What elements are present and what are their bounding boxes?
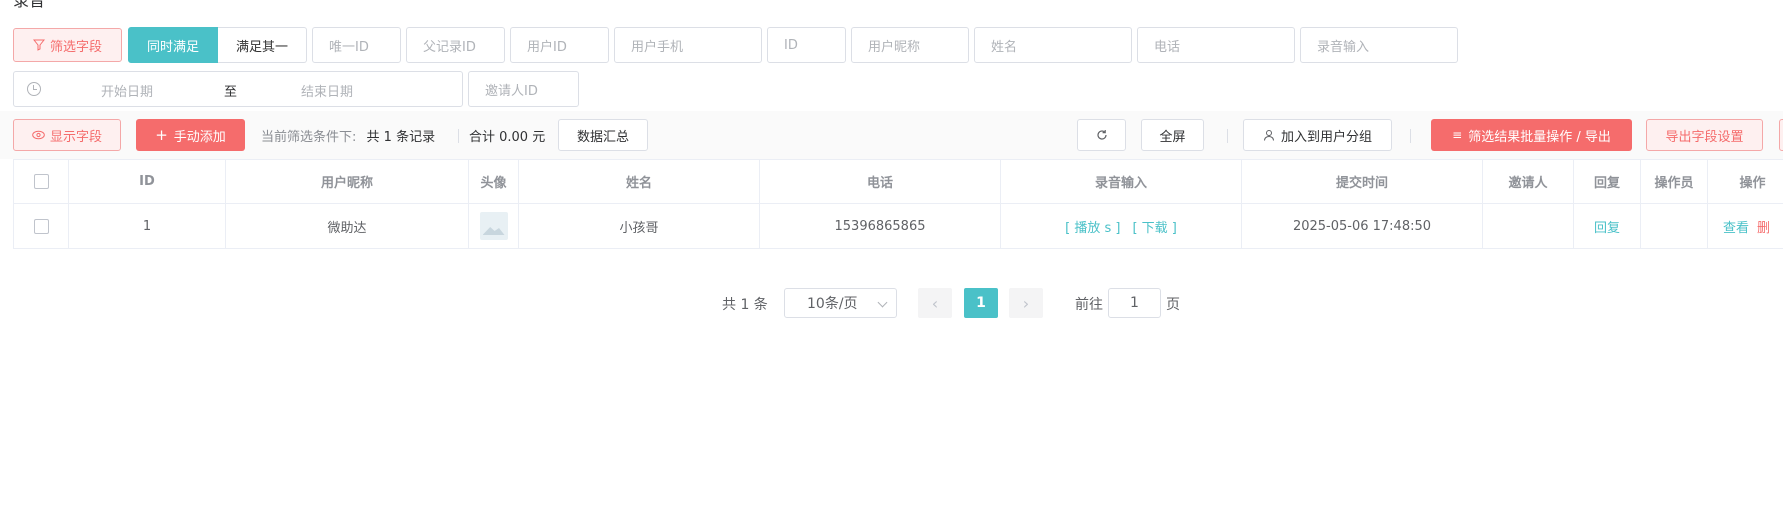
date-separator: 至 <box>224 85 238 100</box>
page-suffix-label: 页 <box>1166 297 1180 313</box>
play-link[interactable]: [ 播放 s ] <box>1065 217 1120 236</box>
header-name[interactable]: 姓名 <box>519 160 760 203</box>
filter-row-1: 筛选字段 同时满足 满足其一 唯一ID 父记录ID 用户ID 用户手机 ID 用… <box>13 27 1458 63</box>
date-range-picker[interactable]: 开始日期 至 结束日期 <box>13 71 463 107</box>
cell-id: 1 <box>69 204 226 248</box>
chevron-left-icon: ‹ <box>931 293 939 313</box>
divider <box>458 129 459 143</box>
row-select-cell <box>13 204 69 248</box>
manual-add-label: 手动添加 <box>173 129 226 145</box>
cell-phone: 15396865865 <box>760 204 1001 248</box>
user-id-input[interactable]: 用户ID <box>510 27 609 63</box>
download-link[interactable]: [ 下载 ] <box>1132 217 1176 236</box>
divider <box>1410 129 1411 143</box>
filter-icon <box>32 39 45 51</box>
header-nickname[interactable]: 用户昵称 <box>226 160 469 203</box>
select-all-checkbox[interactable] <box>33 174 49 189</box>
inviter-id-input[interactable]: 邀请人ID <box>468 71 579 107</box>
cell-inviter <box>1483 204 1574 248</box>
show-fields-label: 显示字段 <box>49 129 102 145</box>
export-settings-button[interactable]: 导出字段设置 <box>1646 119 1763 151</box>
show-fields-button[interactable]: 显示字段 <box>13 119 121 151</box>
match-any-button[interactable]: 满足其一 <box>218 27 307 63</box>
view-link[interactable]: 查看 <box>1723 217 1749 236</box>
fullscreen-button[interactable]: 全屏 <box>1141 119 1204 151</box>
filter-fields-label: 筛选字段 <box>49 39 102 55</box>
data-summary-button[interactable]: 数据汇总 <box>558 119 648 151</box>
page-size-select[interactable]: 10条/页 <box>784 288 897 318</box>
row-checkbox[interactable] <box>33 218 49 234</box>
date-end-input[interactable]: 结束日期 <box>301 81 353 100</box>
header-id[interactable]: ID <box>69 160 226 203</box>
reply-link[interactable]: 回复 <box>1594 217 1620 236</box>
user-icon <box>1263 130 1274 141</box>
filter-row-2: 开始日期 至 结束日期 邀请人ID <box>13 71 579 107</box>
filter-fields-button[interactable]: 筛选字段 <box>13 28 122 62</box>
cell-operator <box>1641 204 1708 248</box>
match-all-button[interactable]: 同时满足 <box>128 27 218 63</box>
header-phone[interactable]: 电话 <box>760 160 1001 203</box>
match-mode-toggle: 同时满足 满足其一 <box>128 27 307 63</box>
pagination-total: 共 1 条 <box>722 297 768 313</box>
cell-avatar <box>469 204 519 248</box>
chevron-right-icon: › <box>1022 293 1030 313</box>
recording-input-filter[interactable]: 录音输入 <box>1300 27 1458 63</box>
user-nickname-input[interactable]: 用户昵称 <box>851 27 969 63</box>
date-start-input[interactable]: 开始日期 <box>101 81 153 100</box>
goto-label: 前往 <box>1075 297 1103 313</box>
eye-icon <box>32 130 45 140</box>
header-submit-time[interactable]: 提交时间 <box>1242 160 1483 203</box>
chevron-down-icon <box>877 297 888 308</box>
id-input[interactable]: ID <box>767 27 846 63</box>
page-size-value: 10条/页 <box>807 296 858 312</box>
name-input[interactable]: 姓名 <box>974 27 1132 63</box>
page-number-current[interactable]: 1 <box>964 288 998 318</box>
divider <box>1227 129 1228 143</box>
total-amount: 合计 0.00 元 <box>469 130 546 145</box>
phone-input[interactable]: 电话 <box>1137 27 1295 63</box>
batch-export-button[interactable]: ≡ 筛选结果批量操作 / 导出 <box>1431 119 1632 151</box>
header-reply[interactable]: 回复 <box>1574 160 1641 203</box>
prev-page-button[interactable]: ‹ <box>918 288 952 318</box>
cell-recording: [ 播放 s ] [ 下载 ] <box>1001 204 1242 248</box>
toolbar: 显示字段 + 手动添加 当前筛选条件下: 共 1 条记录 合计 0.00 元 数… <box>0 111 1783 159</box>
more-button[interactable] <box>1779 119 1783 151</box>
cell-submit-time: 2025-05-06 17:48:50 <box>1242 204 1483 248</box>
parent-record-id-input[interactable]: 父记录ID <box>406 27 505 63</box>
record-count: 共 1 条记录 <box>366 130 436 145</box>
cell-reply: 回复 <box>1574 204 1641 248</box>
plus-icon: + <box>155 126 168 144</box>
delete-link[interactable]: 删 <box>1757 217 1770 236</box>
avatar[interactable] <box>479 212 508 240</box>
user-phone-input[interactable]: 用户手机 <box>614 27 762 63</box>
unique-id-input[interactable]: 唯一ID <box>312 27 401 63</box>
table-header-row: ID 用户昵称 头像 姓名 电话 录音输入 提交时间 邀请人 回复 操作员 操作 <box>13 160 1783 204</box>
refresh-button[interactable] <box>1077 119 1126 151</box>
header-inviter[interactable]: 邀请人 <box>1483 160 1574 203</box>
cell-name: 小孩哥 <box>519 204 760 248</box>
page-title: 录音 <box>13 0 46 10</box>
table-row: 1 微助达 小孩哥 15396865865 [ 播放 s ] [ 下载 ] 20… <box>13 204 1783 248</box>
filter-summary: 当前筛选条件下: 共 1 条记录 <box>261 126 435 145</box>
manual-add-button[interactable]: + 手动添加 <box>136 119 245 151</box>
cell-actions: 查看 删 <box>1708 204 1783 248</box>
next-page-button[interactable]: › <box>1009 288 1043 318</box>
records-table: ID 用户昵称 头像 姓名 电话 录音输入 提交时间 邀请人 回复 操作员 操作… <box>13 159 1783 249</box>
select-all-cell <box>13 160 69 203</box>
goto-page-input[interactable]: 1 <box>1108 288 1161 318</box>
batch-export-label: 筛选结果批量操作 / 导出 <box>1468 129 1611 145</box>
clock-icon <box>27 82 41 96</box>
pagination: 共 1 条 10条/页 ‹ 1 › 前往 1 页 <box>0 288 1783 318</box>
header-recording[interactable]: 录音输入 <box>1001 160 1242 203</box>
add-to-group-button[interactable]: 加入到用户分组 <box>1243 119 1392 151</box>
current-filter-label: 当前筛选条件下: <box>261 130 357 145</box>
add-to-group-label: 加入到用户分组 <box>1280 129 1372 145</box>
cell-nickname: 微助达 <box>226 204 469 248</box>
header-avatar[interactable]: 头像 <box>469 160 519 203</box>
header-operator[interactable]: 操作员 <box>1641 160 1708 203</box>
header-actions: 操作 <box>1708 160 1783 203</box>
list-icon: ≡ <box>1452 128 1463 142</box>
refresh-icon <box>1096 130 1107 140</box>
